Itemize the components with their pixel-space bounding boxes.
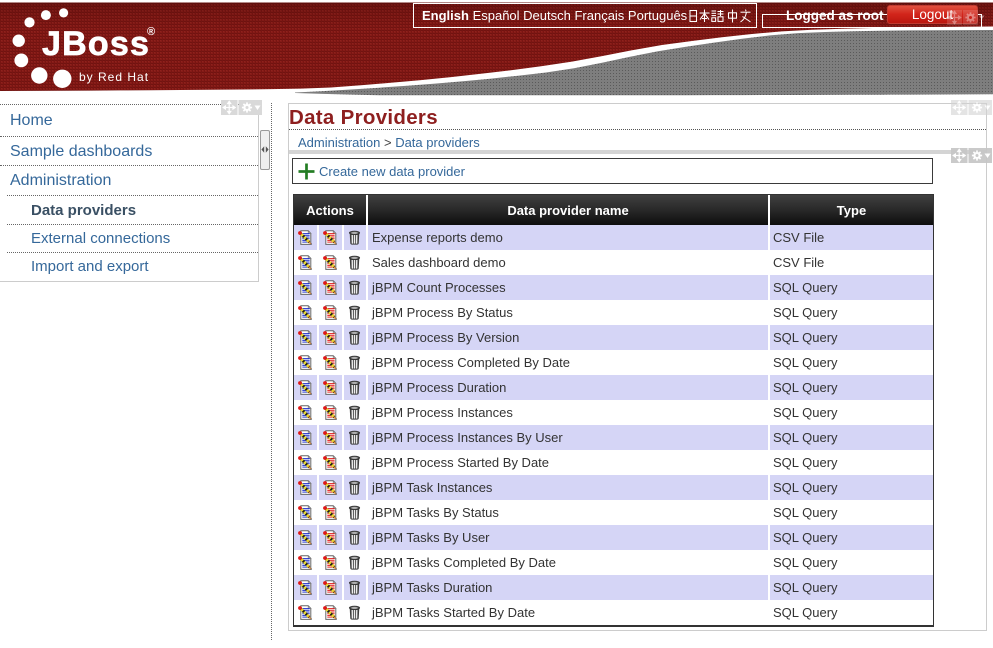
svg-text:by Red Hat: by Red Hat: [79, 70, 149, 84]
svg-text:JBoss: JBoss: [42, 25, 150, 63]
svg-text:®: ®: [147, 26, 155, 38]
